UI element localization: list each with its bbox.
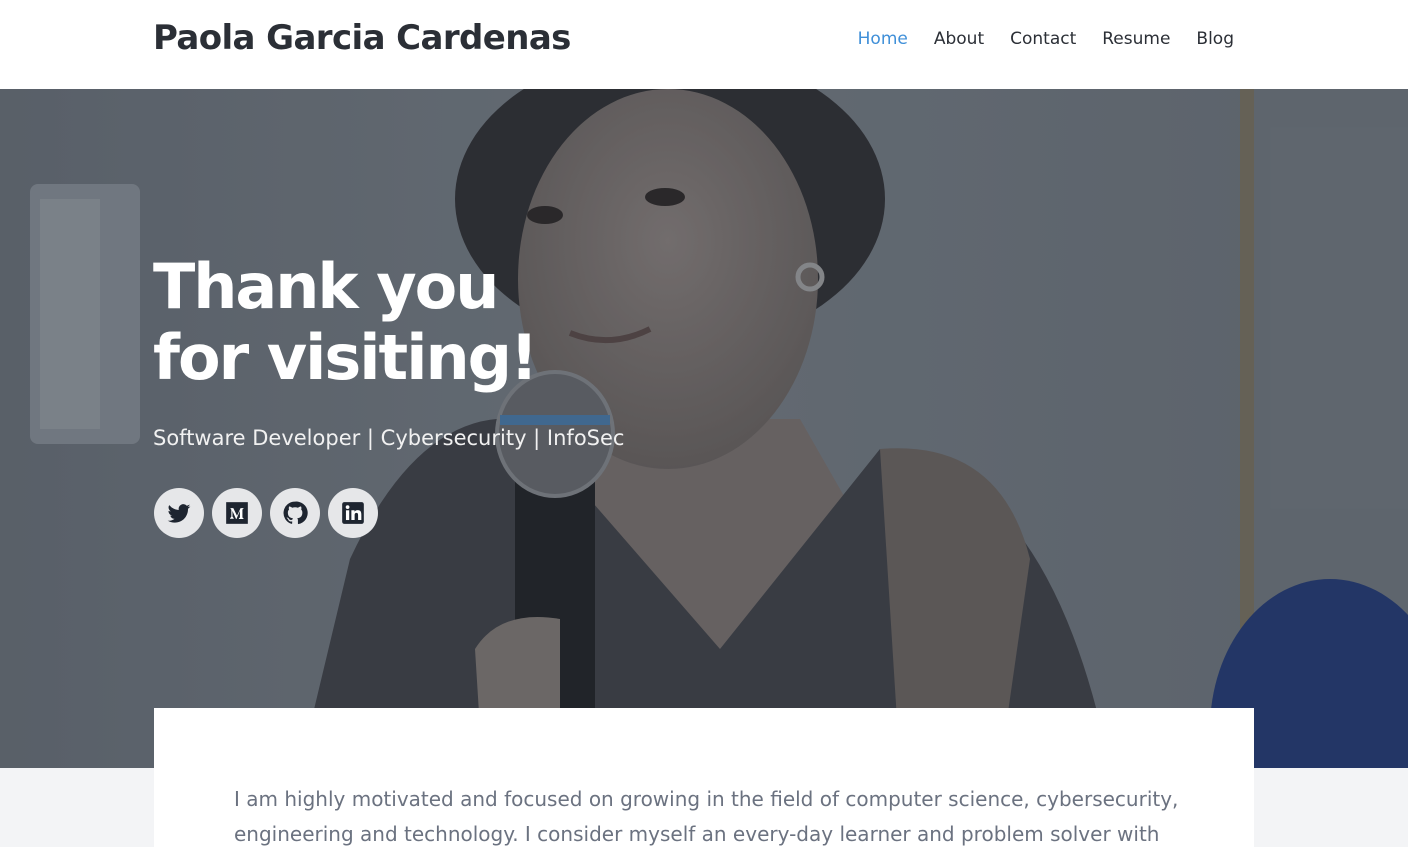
site-brand[interactable]: Paola Garcia Cardenas <box>153 18 571 58</box>
medium-link[interactable] <box>212 488 262 538</box>
hero-title-line-1: Thank you <box>153 250 499 323</box>
github-icon <box>283 501 308 525</box>
intro-paragraph: I am highly motivated and focused on gro… <box>234 787 1179 846</box>
site-header: Paola Garcia Cardenas Home About Contact… <box>0 0 1408 89</box>
linkedin-link[interactable] <box>328 488 378 538</box>
intro-card: I am highly motivated and focused on gro… <box>154 708 1254 847</box>
nav-resume[interactable]: Resume <box>1102 29 1170 49</box>
nav-home[interactable]: Home <box>858 29 908 49</box>
nav-contact[interactable]: Contact <box>1010 29 1076 49</box>
twitter-icon <box>167 504 191 523</box>
github-link[interactable] <box>270 488 320 538</box>
main-nav: Home About Contact Resume Blog <box>858 29 1234 49</box>
twitter-link[interactable] <box>154 488 204 538</box>
hero-title-line-2: for visiting! <box>153 321 538 394</box>
nav-blog[interactable]: Blog <box>1196 29 1234 49</box>
nav-about[interactable]: About <box>934 29 984 49</box>
linkedin-icon <box>342 502 364 524</box>
hero-title: Thank you for visiting! <box>153 250 538 394</box>
social-links <box>154 488 378 538</box>
hero-section: Thank you for visiting! Software Develop… <box>0 89 1408 768</box>
hero-subtitle: Software Developer | Cybersecurity | Inf… <box>153 426 625 450</box>
medium-icon <box>226 502 248 524</box>
